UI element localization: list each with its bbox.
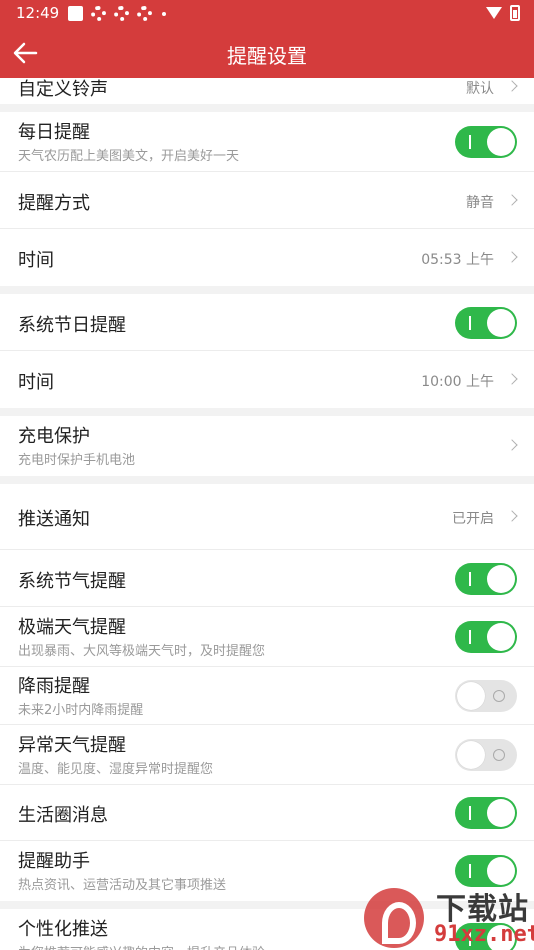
watermark-domain: 91xz.net (434, 922, 534, 947)
toggle-on-icon (469, 571, 471, 586)
setting-label: 充电保护 (18, 426, 90, 447)
toggle-on-icon (469, 864, 471, 878)
setting-label: 提醒方式 (18, 192, 90, 214)
settings-section: 充电保护充电时保护手机电池 (0, 416, 534, 476)
toggle-knob (487, 128, 515, 156)
toggle-switch[interactable] (455, 306, 517, 339)
toggle-knob (457, 682, 485, 710)
toggle-switch[interactable] (455, 621, 517, 653)
chevron-right-icon (506, 439, 518, 451)
setting-row[interactable]: 系统节日提醒 (0, 294, 534, 351)
setting-label: 系统节日提醒 (18, 314, 126, 336)
setting-row[interactable]: 异常天气提醒温度、能见度、湿度异常时提醒您 (0, 725, 534, 785)
status-bar: 12:49 (0, 0, 534, 28)
setting-value: 默认 (466, 81, 494, 97)
setting-value: 10:00 上午 (421, 373, 494, 390)
toggle-knob (487, 564, 515, 593)
toggle-on-icon (469, 315, 471, 330)
toggle-switch[interactable] (455, 562, 517, 595)
setting-row[interactable]: 时间 05:53 上午 (0, 229, 534, 286)
notification-icons (68, 6, 166, 21)
toggle-on-icon (469, 630, 471, 644)
setting-description: 温度、能见度、湿度异常时提醒您 (18, 762, 214, 777)
setting-value: 05:53 上午 (421, 251, 494, 268)
chevron-right-icon (506, 372, 518, 385)
settings-list[interactable]: 自定义铃声 默认每日提醒天气农历配上美图美文，开启美好一天提醒方式 静音时间 05:5… (0, 78, 534, 950)
setting-label: 时间 (18, 249, 54, 271)
toggle-knob (457, 741, 485, 769)
setting-row[interactable]: 极端天气提醒出现暴雨、大风等极端天气时，及时提醒您 (0, 607, 534, 667)
battery-icon (510, 5, 520, 21)
app-notification-icon (68, 6, 83, 21)
weather-notification-icon (114, 6, 129, 21)
toggle-off-icon (493, 690, 505, 702)
setting-label: 个性化推送 (18, 919, 108, 940)
weather-notification-icon (137, 6, 152, 21)
toggle-on-icon (469, 135, 471, 149)
setting-row[interactable]: 生活圈消息 (0, 785, 534, 841)
setting-description: 出现暴雨、大风等极端天气时，及时提醒您 (18, 644, 266, 659)
setting-description: 天气农历配上美图美文，开启美好一天 (18, 149, 240, 164)
weather-notification-icon (91, 6, 106, 21)
status-time: 12:49 (16, 4, 60, 22)
toggle-knob (487, 308, 515, 337)
toggle-knob (487, 799, 515, 827)
setting-label: 每日提醒 (18, 122, 90, 143)
setting-label: 时间 (18, 371, 54, 393)
chevron-right-icon (506, 193, 518, 206)
more-notifications-icon (162, 11, 166, 16)
toggle-switch[interactable] (455, 797, 517, 829)
setting-label: 系统节气提醒 (18, 570, 126, 592)
toggle-knob (487, 623, 515, 651)
settings-section: 推送通知 已开启系统节气提醒 极端天气提醒出现暴雨、大风等极端天气时，及时提醒您降雨… (0, 484, 534, 901)
settings-section: 自定义铃声 默认 (0, 78, 534, 104)
watermark-logo-icon (364, 888, 424, 948)
setting-description: 未来2小时内降雨提醒 (18, 703, 144, 718)
setting-value: 已开启 (452, 511, 494, 527)
settings-section: 每日提醒天气农历配上美图美文，开启美好一天提醒方式 静音时间 05:53 上午 (0, 112, 534, 286)
setting-row[interactable]: 推送通知 已开启 (0, 484, 534, 550)
setting-value: 静音 (466, 194, 494, 211)
toggle-on-icon (469, 806, 471, 820)
toggle-switch[interactable] (455, 126, 517, 158)
setting-description: 充电时保护手机电池 (18, 453, 136, 468)
toggle-off-icon (493, 749, 505, 761)
setting-row[interactable]: 提醒方式 静音 (0, 172, 534, 229)
setting-row[interactable]: 充电保护充电时保护手机电池 (0, 416, 534, 476)
setting-label: 生活圈消息 (18, 805, 108, 826)
toggle-switch[interactable] (455, 680, 517, 712)
chevron-right-icon (506, 250, 518, 263)
setting-row[interactable]: 自定义铃声 默认 (0, 78, 534, 104)
setting-row[interactable]: 时间 10:00 上午 (0, 351, 534, 408)
setting-label: 推送通知 (18, 509, 90, 530)
settings-section: 系统节日提醒 时间 10:00 上午 (0, 294, 534, 408)
setting-description: 热点资讯、运营活动及其它事项推送 (18, 878, 227, 893)
setting-row[interactable]: 系统节气提醒 (0, 550, 534, 607)
setting-row[interactable]: 每日提醒天气农历配上美图美文，开启美好一天 (0, 112, 534, 172)
setting-label: 自定义铃声 (18, 79, 108, 100)
app-bar: 提醒设置 (0, 28, 534, 78)
wifi-icon (486, 7, 502, 19)
setting-row[interactable]: 降雨提醒未来2小时内降雨提醒 (0, 667, 534, 725)
page-title: 提醒设置 (227, 44, 307, 68)
setting-description: 为您推荐可能感兴趣的内容，提升产品体验 (18, 942, 265, 950)
setting-label: 极端天气提醒 (18, 617, 126, 638)
setting-label: 异常天气提醒 (18, 735, 126, 756)
chevron-right-icon (506, 80, 518, 92)
watermark: 下载站 91xz.net (360, 880, 534, 950)
setting-label: 降雨提醒 (18, 676, 90, 697)
chevron-right-icon (506, 510, 518, 522)
setting-label: 提醒助手 (18, 851, 90, 872)
toggle-switch[interactable] (455, 739, 517, 771)
